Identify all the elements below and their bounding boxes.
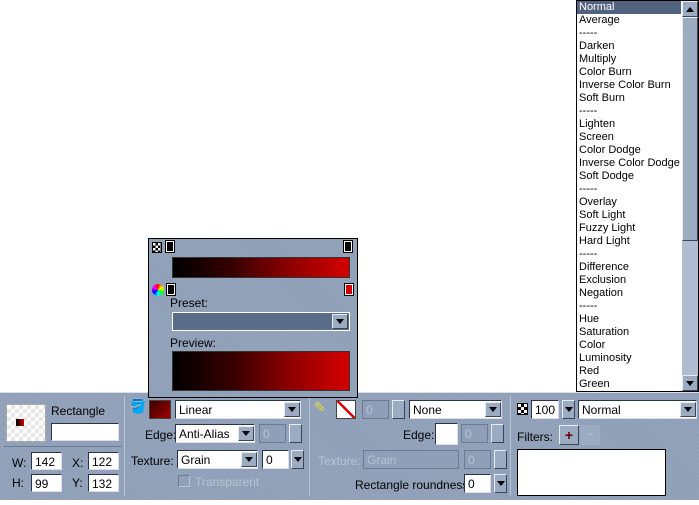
stroke-size-slider[interactable] [392, 400, 405, 419]
pencil-icon: ✎ [314, 399, 326, 415]
list-item[interactable]: Lighten [577, 118, 681, 131]
list-separator: ----- [579, 105, 598, 117]
list-item[interactable]: Saturation [577, 326, 681, 339]
fill-edge-amount-input[interactable]: 0 [259, 424, 286, 443]
object-name-input[interactable] [51, 423, 119, 441]
fill-type-select[interactable]: Linear [175, 400, 301, 419]
list-separator: ----- [579, 300, 598, 312]
list-item[interactable]: Green [577, 378, 681, 391]
list-item[interactable]: Hard Light [577, 235, 681, 248]
opacity-checker-icon [152, 242, 162, 253]
stroke-edge-label: Edge: [403, 428, 435, 442]
blend-mode-list[interactable]: Normal Average ----- Darken Multiply Color Bu… [576, 0, 699, 392]
stroke-color-swatch[interactable] [336, 400, 356, 419]
list-item[interactable]: Color Dodge [577, 144, 681, 157]
height-input[interactable]: 99 [31, 474, 62, 492]
preview-label: Preview: [170, 336, 217, 350]
list-item[interactable]: Inverse Color Burn [577, 79, 681, 92]
fill-edge-dropdown-button[interactable] [238, 426, 254, 441]
list-item[interactable]: Color [577, 339, 681, 352]
y-label: Y: [72, 476, 83, 490]
list-item[interactable]: Soft Light [577, 209, 681, 222]
list-item[interactable]: Darken [577, 40, 681, 53]
list-scrollbar[interactable] [682, 1, 698, 391]
list-item[interactable]: Fuzzy Light [577, 222, 681, 235]
color-stop-left[interactable] [166, 283, 176, 296]
roundness-slider[interactable] [494, 474, 507, 493]
list-separator: ----- [579, 27, 598, 39]
x-label: X: [72, 456, 84, 470]
stroke-texture-select[interactable]: Grain [363, 450, 459, 469]
fill-color-swatch[interactable] [149, 400, 171, 419]
fill-texture-dropdown-button[interactable] [241, 452, 257, 467]
list-item[interactable]: Difference [577, 261, 681, 274]
width-label: W: [12, 456, 27, 470]
list-item[interactable]: Luminosity [577, 352, 681, 365]
scroll-up-button[interactable] [682, 1, 698, 17]
list-item[interactable]: Screen [577, 131, 681, 144]
preset-dropdown-button[interactable] [332, 314, 348, 329]
list-separator: ----- [579, 248, 598, 260]
opacity-slider[interactable] [562, 400, 575, 419]
x-input[interactable]: 122 [88, 452, 119, 470]
plus-icon: + [564, 427, 574, 443]
stroke-texture-label: Texture: [318, 454, 361, 468]
object-thumbnail [6, 404, 46, 442]
height-label: H: [12, 476, 24, 490]
opacity-icon [517, 403, 528, 415]
list-item[interactable]: Exclusion [577, 274, 681, 287]
fill-edge-label: Edge: [145, 428, 177, 442]
list-separator: ----- [579, 183, 598, 195]
list-item[interactable]: Average [577, 14, 681, 27]
roundness-input[interactable]: 0 [464, 474, 491, 493]
add-filter-button[interactable]: + [559, 425, 579, 445]
list-item[interactable]: Overlay [577, 196, 681, 209]
fill-texture-amount-input[interactable]: 0 [262, 450, 289, 469]
stroke-edge-amount-slider[interactable] [491, 424, 504, 443]
opacity-stop-right[interactable] [343, 240, 353, 253]
stroke-edge-amount-input[interactable]: 0 [461, 424, 488, 443]
preset-select[interactable] [172, 312, 350, 331]
filters-list[interactable] [517, 449, 666, 496]
filters-label: Filters: [517, 430, 553, 444]
list-item[interactable]: Color Burn [577, 66, 681, 79]
list-item[interactable]: Inverse Color Dodge [577, 157, 681, 170]
blend-mode-dropdown-button[interactable] [680, 402, 696, 417]
transparent-checkbox[interactable] [178, 475, 190, 487]
list-item[interactable]: Soft Dodge [577, 170, 681, 183]
list-item[interactable]: Soft Burn [577, 92, 681, 105]
stroke-texture-amount-slider[interactable] [494, 450, 507, 469]
color-wheel-icon[interactable] [152, 284, 164, 296]
gradient-editor-popup: Preset: Preview: [148, 238, 358, 398]
scroll-down-button[interactable] [682, 375, 698, 391]
list-item[interactable]: Red [577, 365, 681, 378]
object-type-label: Rectangle [51, 404, 106, 418]
roundness-label: Rectangle roundness: [355, 478, 472, 492]
remove-filter-button[interactable]: − [580, 425, 600, 445]
width-input[interactable]: 142 [31, 452, 62, 470]
list-item[interactable]: Hue [577, 313, 681, 326]
list-item[interactable]: Normal [577, 1, 681, 14]
fill-type-dropdown-button[interactable] [284, 402, 300, 417]
scroll-thumb[interactable] [682, 17, 698, 241]
gradient-preview [172, 351, 350, 391]
transparent-label: Transparent [195, 475, 260, 489]
stroke-size-input[interactable]: 0 [362, 400, 389, 419]
preset-label: Preset: [170, 296, 209, 310]
fill-texture-amount-slider[interactable] [291, 450, 304, 469]
fill-edge-amount-slider[interactable] [289, 424, 302, 443]
stroke-edge-swatch[interactable] [435, 423, 458, 445]
list-item[interactable]: Negation [577, 287, 681, 300]
y-input[interactable]: 132 [88, 474, 119, 492]
opacity-stop-left[interactable] [165, 240, 175, 253]
gradient-bar[interactable] [172, 257, 350, 278]
stroke-texture-amount-input[interactable]: 0 [464, 450, 491, 469]
color-stop-right[interactable] [344, 283, 354, 296]
minus-icon: − [586, 429, 594, 441]
fill-texture-label: Texture: [131, 454, 174, 468]
list-item[interactable]: Multiply [577, 53, 681, 66]
stroke-type-dropdown-button[interactable] [485, 402, 501, 417]
opacity-input[interactable]: 100 [531, 400, 559, 419]
paint-bucket-icon: 🪣 [129, 398, 147, 414]
